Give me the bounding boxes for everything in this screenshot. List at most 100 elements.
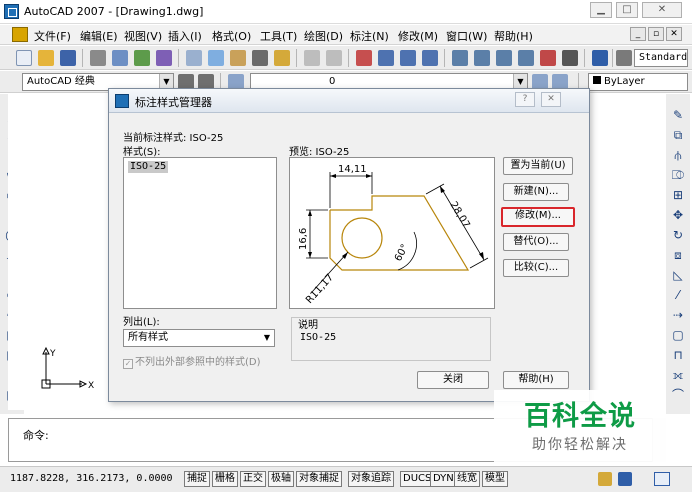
menu-tools[interactable]: 工具(T)	[260, 28, 297, 44]
publish-icon[interactable]	[134, 50, 150, 66]
zoom-previous-icon[interactable]	[422, 50, 438, 66]
otrack-toggle[interactable]: 对象追踪	[348, 471, 394, 487]
workspace-value: AutoCAD 经典	[27, 76, 95, 87]
help-icon[interactable]	[592, 50, 608, 66]
xref-filter-checkbox[interactable]: ✓ 不列出外部参照中的样式(D)	[123, 353, 261, 369]
print-preview-icon[interactable]	[112, 50, 128, 66]
preview-dim-angle: 60°	[393, 243, 411, 264]
rotate-icon[interactable]: ↻	[671, 228, 685, 242]
scale-icon[interactable]: ⧈	[671, 248, 685, 262]
move-icon[interactable]: ✥	[671, 208, 685, 222]
offset-icon[interactable]: ⎄	[671, 168, 685, 182]
lock-icon[interactable]	[598, 472, 612, 486]
erase-icon[interactable]: ✎	[671, 108, 685, 122]
ortho-toggle[interactable]: 正交	[240, 471, 266, 487]
sheet-set-icon[interactable]	[518, 50, 534, 66]
zoom-realtime-icon[interactable]	[378, 50, 394, 66]
stretch-icon[interactable]: ◺	[671, 268, 685, 282]
doc-close-button[interactable]: ✕	[666, 27, 682, 41]
menu-view[interactable]: 视图(V)	[124, 28, 162, 44]
model-toggle[interactable]: 模型	[482, 471, 508, 487]
close-window-button[interactable]: ✕	[642, 2, 682, 18]
menu-dimension[interactable]: 标注(N)	[350, 28, 389, 44]
dialog-title-bar: 标注样式管理器 ? ✕	[109, 89, 589, 113]
menu-window[interactable]: 窗口(W)	[446, 28, 487, 44]
print-icon[interactable]	[90, 50, 106, 66]
list-filter-combo[interactable]: 所有样式 ▼	[123, 329, 275, 347]
xref-checkbox-label: 不列出外部参照中的样式(D)	[135, 357, 261, 368]
markup-icon[interactable]	[540, 50, 556, 66]
clean-screen-icon[interactable]	[654, 472, 670, 486]
fillet-icon[interactable]: ⌒	[671, 388, 685, 402]
properties-icon[interactable]	[452, 50, 468, 66]
paste-icon[interactable]	[230, 50, 246, 66]
join-icon[interactable]: ⊓	[671, 348, 685, 362]
minimize-button[interactable]: ▁	[590, 2, 612, 18]
doc-minimize-button[interactable]: _	[630, 27, 646, 41]
dialog-help-button[interactable]: ?	[515, 92, 535, 107]
extend-icon[interactable]: ⇢	[671, 308, 685, 322]
checkbox-icon: ✓	[123, 359, 133, 369]
dyn-toggle[interactable]: DYN	[430, 471, 457, 487]
menu-modify[interactable]: 修改(M)	[398, 28, 438, 44]
grid-toggle[interactable]: 栅格	[212, 471, 238, 487]
override-style-button[interactable]: 替代(O)...	[503, 233, 569, 251]
break-icon[interactable]: ▢	[671, 328, 685, 342]
menu-help[interactable]: 帮助(H)	[494, 28, 533, 44]
close-dialog-button[interactable]: 关闭	[417, 371, 489, 389]
snap-toggle[interactable]: 捕捉	[184, 471, 210, 487]
array-icon[interactable]: ⊞	[671, 188, 685, 202]
modify-style-button[interactable]: 修改(M)...	[501, 207, 575, 227]
tool-palettes-icon[interactable]	[496, 50, 512, 66]
new-style-button[interactable]: 新建(N)...	[503, 183, 569, 201]
dialog-app-icon	[115, 94, 129, 108]
copy-icon[interactable]	[208, 50, 224, 66]
styles-listbox[interactable]: ISO-25	[123, 157, 277, 309]
redo-icon[interactable]	[326, 50, 342, 66]
color-swatch	[593, 76, 601, 84]
coordinate-readout: 1187.8228, 316.2173, 0.0000	[10, 473, 173, 484]
drawing-doc-icon[interactable]	[12, 27, 28, 42]
undo-icon[interactable]	[304, 50, 320, 66]
autocad-window: AutoCAD 2007 - [Drawing1.dwg] ▁ □ ✕ 文件(F…	[0, 0, 692, 492]
help-dialog-button[interactable]: 帮助(H)	[503, 371, 569, 389]
menu-draw[interactable]: 绘图(D)	[304, 28, 343, 44]
chevron-down-icon: ▼	[263, 333, 270, 342]
menu-edit[interactable]: 编辑(E)	[80, 28, 118, 44]
communication-icon[interactable]	[618, 472, 632, 486]
trim-icon[interactable]: ⁄	[671, 288, 685, 302]
block-editor-icon[interactable]	[274, 50, 290, 66]
text-style-combo[interactable]: Standard	[634, 49, 688, 67]
window-title: AutoCAD 2007 - [Drawing1.dwg]	[24, 5, 204, 18]
set-current-button[interactable]: 置为当前(U)	[503, 157, 573, 175]
cut-icon[interactable]	[186, 50, 202, 66]
menu-file[interactable]: 文件(F)	[34, 28, 71, 44]
lineweight-toggle[interactable]: 线宽	[454, 471, 480, 487]
description-group: 说明 ISO-25	[291, 317, 491, 361]
menu-insert[interactable]: 插入(I)	[168, 28, 202, 44]
linetype-combo[interactable]: ByLayer	[588, 73, 688, 91]
maximize-button[interactable]: □	[616, 2, 638, 18]
style-item-iso-25[interactable]: ISO-25	[128, 161, 169, 173]
design-center-icon[interactable]	[474, 50, 490, 66]
pan-icon[interactable]	[356, 50, 372, 66]
mirror-icon[interactable]: ⫛	[671, 148, 685, 162]
match-properties-icon[interactable]	[252, 50, 268, 66]
new-file-icon[interactable]	[16, 50, 32, 66]
save-icon[interactable]	[60, 50, 76, 66]
chamfer-icon[interactable]: ⟗	[671, 368, 685, 382]
open-folder-icon[interactable]	[38, 50, 54, 66]
zoom-window-icon[interactable]	[400, 50, 416, 66]
text-style-icon[interactable]	[616, 50, 632, 66]
compare-styles-button[interactable]: 比较(C)...	[503, 259, 569, 277]
autocad-app-icon	[4, 4, 19, 19]
menu-format[interactable]: 格式(O)	[212, 28, 251, 44]
osnap-toggle[interactable]: 对象捕捉	[296, 471, 342, 487]
list-filter-value: 所有样式	[128, 332, 168, 343]
plot-icon[interactable]	[156, 50, 172, 66]
calculator-icon[interactable]	[562, 50, 578, 66]
copy-object-icon[interactable]: ⧉	[671, 128, 685, 142]
polar-toggle[interactable]: 极轴	[268, 471, 294, 487]
doc-restore-button[interactable]: ▫	[648, 27, 664, 41]
dialog-close-button[interactable]: ✕	[541, 92, 561, 107]
